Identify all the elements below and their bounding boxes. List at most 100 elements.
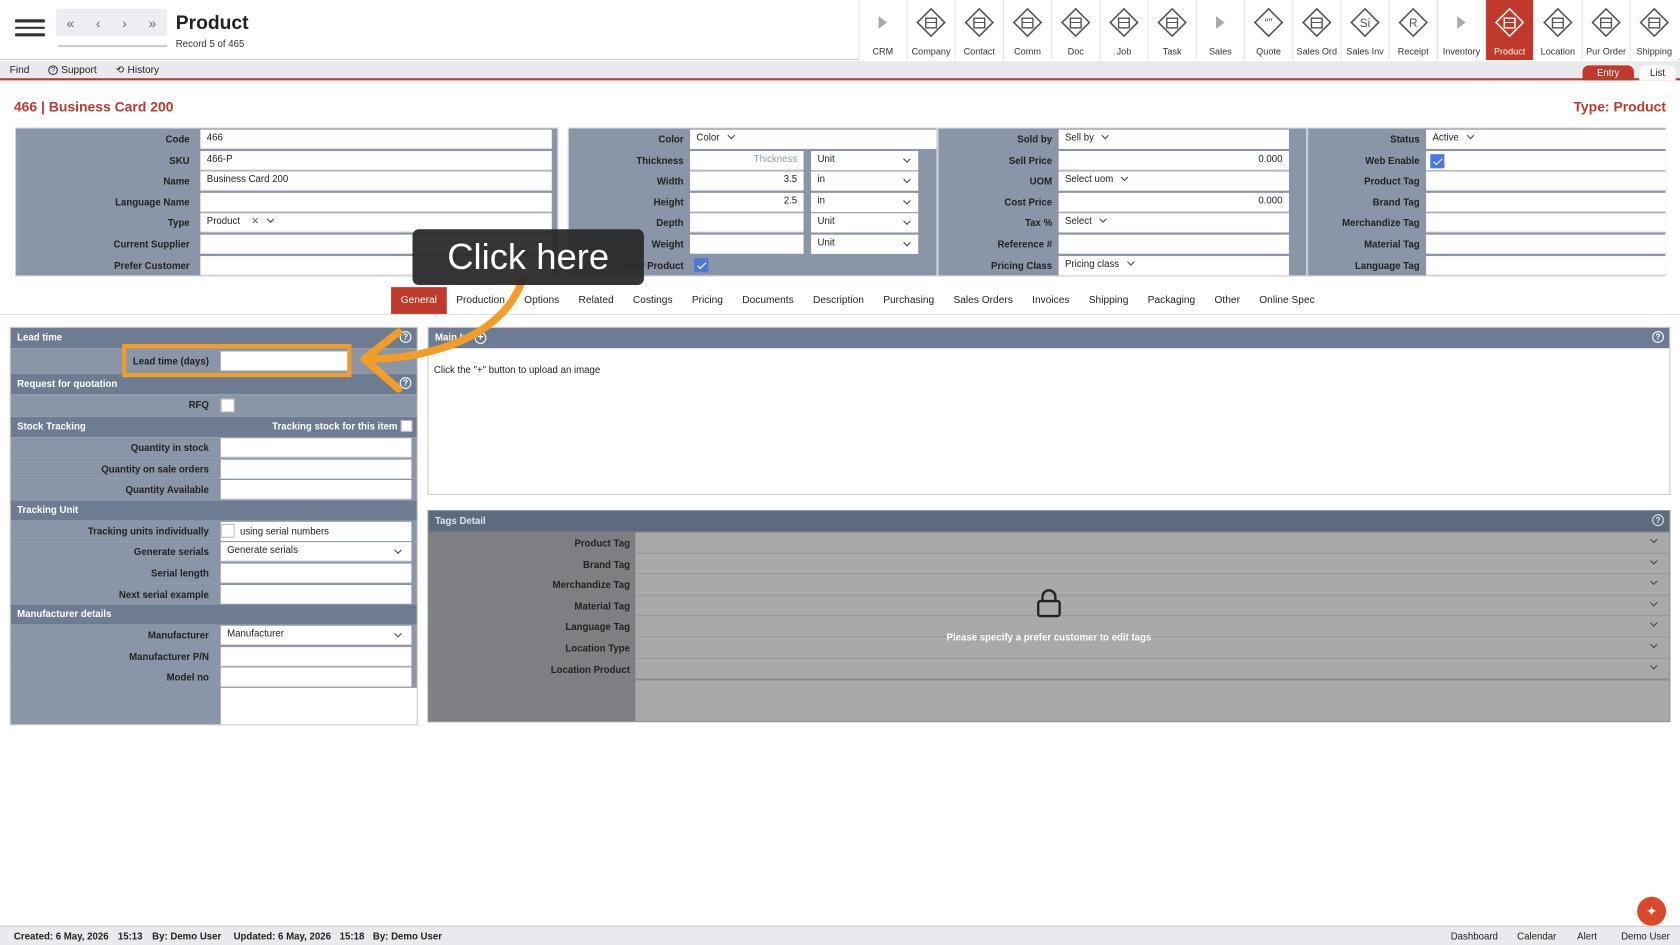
code-field[interactable]: 466 (200, 129, 552, 149)
alert-link[interactable]: Alert (1577, 931, 1597, 942)
sold-by-select[interactable]: Sell by (1058, 129, 1289, 149)
thickness-unit-select[interactable]: Unit (811, 150, 919, 170)
tab-list[interactable]: List (1639, 65, 1676, 81)
nav-receipt[interactable]: R Receipt (1388, 0, 1437, 61)
nav-doc[interactable]: Doc (1051, 0, 1100, 61)
nav-shipping[interactable]: Shipping (1629, 0, 1678, 61)
status-select[interactable]: Active (1426, 129, 1667, 149)
nav-comm[interactable]: Comm (1002, 0, 1052, 61)
next-serial-label: Next serial example (118, 588, 209, 600)
tab-entry[interactable]: Entry (1582, 65, 1634, 81)
support-button[interactable]: ? Support (48, 64, 97, 76)
comm-icon (1011, 6, 1043, 38)
next-record-icon[interactable]: › (122, 14, 127, 30)
cost-price-field[interactable]: 0.000 (1058, 192, 1289, 212)
nav-inventory[interactable]: Inventory (1436, 0, 1486, 61)
menu-icon[interactable] (15, 15, 46, 41)
uom-select[interactable]: Select uom (1058, 171, 1289, 191)
tab-related[interactable]: Related (569, 287, 623, 314)
sell-price-field[interactable]: 0.000 (1058, 150, 1289, 170)
tab-packaging[interactable]: Packaging (1138, 287, 1205, 314)
nav-company[interactable]: Company (906, 0, 955, 61)
nav-location[interactable]: Location (1533, 0, 1582, 61)
nav-sales-inv[interactable]: Si Sales Inv (1340, 0, 1389, 61)
nav-label: Shipping (1636, 46, 1673, 57)
tab-other[interactable]: Other (1205, 287, 1250, 314)
tag-label: Brand Tag (583, 558, 631, 570)
weight-unit-value: Unit (817, 236, 835, 248)
manufacturer-pn-field[interactable] (220, 646, 412, 667)
tab-costings[interactable]: Costings (623, 287, 682, 314)
dashboard-link[interactable]: Dashboard (1451, 931, 1498, 942)
weight-field[interactable] (690, 234, 804, 254)
nav-pur-order[interactable]: Pur Order (1581, 0, 1630, 61)
tab-pricing[interactable]: Pricing (682, 287, 732, 314)
thickness-field[interactable]: Thickness (690, 150, 804, 170)
nav-crm[interactable]: CRM (858, 0, 907, 61)
serial-length-field[interactable] (220, 563, 412, 583)
rfq-title: Request for quotation (17, 378, 118, 389)
pricing-class-select[interactable]: Pricing class (1058, 255, 1289, 275)
color-label: Color (658, 133, 684, 145)
sku-field[interactable]: 466-P (200, 150, 552, 170)
help-icon[interactable]: ? (1652, 331, 1664, 343)
model-no-field[interactable] (220, 667, 412, 688)
help-icon[interactable]: ? (1652, 514, 1664, 527)
first-record-icon[interactable]: « (67, 14, 75, 30)
tracking-stock-checkbox[interactable] (400, 420, 413, 432)
last-record-icon[interactable]: » (149, 14, 157, 30)
tax-select[interactable]: Select (1058, 213, 1289, 233)
nav-product[interactable]: Product (1485, 0, 1534, 61)
navigator-scrollbar[interactable] (57, 45, 168, 48)
clear-icon[interactable]: ✕ (251, 216, 259, 227)
chevron-down-icon (903, 154, 911, 163)
master-product-checkbox[interactable] (694, 257, 709, 272)
tracking-unit-title: Tracking Unit (17, 504, 79, 516)
support-label: Support (61, 64, 97, 77)
history-button[interactable]: ⟲ History (116, 64, 159, 76)
nav-contact[interactable]: Contact (954, 0, 1003, 61)
web-enable-checkbox[interactable] (1430, 153, 1445, 168)
width-unit-select[interactable]: in (811, 171, 919, 191)
record-navigator: « ‹ › » (55, 8, 168, 37)
nav-sales-ord[interactable]: Sales Ord (1292, 0, 1341, 61)
tracking-individually-checkbox[interactable] (220, 523, 235, 538)
height-unit-select[interactable]: in (811, 192, 919, 212)
calendar-link[interactable]: Calendar (1517, 931, 1556, 942)
name-field[interactable]: Business Card 200 (200, 171, 552, 191)
nav-job[interactable]: Job (1099, 0, 1148, 61)
prev-record-icon[interactable]: ‹ (96, 14, 101, 30)
width-field[interactable]: 3.5 (690, 171, 804, 191)
tab-invoices[interactable]: Invoices (1022, 287, 1079, 314)
find-button[interactable]: Find (10, 64, 30, 76)
tab-description[interactable]: Description (803, 287, 873, 314)
tab-purchasing[interactable]: Purchasing (874, 287, 944, 314)
weight-unit-select[interactable]: Unit (811, 234, 919, 254)
material-tag-field[interactable] (1426, 234, 1667, 254)
record-heading: 466 | Business Card 200 (13, 98, 174, 115)
depth-unit-select[interactable]: Unit (811, 213, 919, 233)
generate-serials-select[interactable]: Generate serials (220, 542, 412, 562)
depth-unit-value: Unit (817, 215, 835, 227)
reference-field[interactable] (1058, 234, 1289, 254)
merchandize-tag-field[interactable] (1426, 213, 1667, 233)
tab-shipping[interactable]: Shipping (1079, 287, 1138, 314)
tab-documents[interactable]: Documents (733, 287, 804, 314)
manufacturer-select[interactable]: Manufacturer (220, 625, 412, 646)
assistant-fab[interactable]: ✦ (1637, 896, 1667, 926)
brand-tag-field[interactable] (1426, 192, 1667, 212)
rfq-checkbox[interactable] (220, 398, 235, 413)
nav-task[interactable]: Task (1147, 0, 1196, 61)
height-field[interactable]: 2.5 (690, 192, 804, 212)
user-link[interactable]: Demo User (1621, 931, 1670, 942)
nav-sales[interactable]: Sales (1195, 0, 1244, 61)
color-select[interactable]: Color (690, 129, 937, 149)
depth-field[interactable] (690, 213, 804, 233)
tab-sales-orders[interactable]: Sales Orders (944, 287, 1023, 314)
language-tag-field[interactable] (1426, 255, 1667, 275)
product-tag-field[interactable] (1426, 171, 1667, 191)
tab-online-spec[interactable]: Online Spec (1250, 287, 1325, 314)
nav-quote[interactable]: “” Quote (1243, 0, 1293, 61)
language-name-field[interactable] (200, 192, 552, 212)
tags-detail-title: Tags Detail (435, 515, 486, 527)
